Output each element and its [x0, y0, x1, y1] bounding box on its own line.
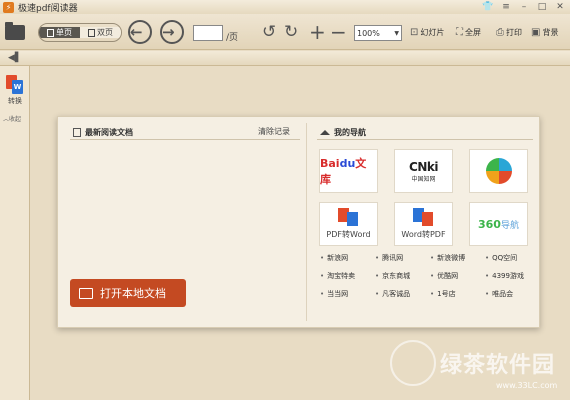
zoom-select[interactable]: 100% ▼	[354, 25, 402, 41]
slideshow-icon: ⊡	[410, 26, 419, 38]
close-icon[interactable]: ✕	[554, 1, 566, 13]
nav-360-number: 360	[478, 217, 501, 231]
print-button[interactable]: ⎙ 打印	[496, 21, 522, 43]
nav-link[interactable]: 京东商城	[375, 271, 410, 281]
menu-icon[interactable]: ≡	[500, 1, 512, 13]
nav-header: 我的导航	[320, 125, 366, 139]
double-page-button[interactable]: 双页	[80, 27, 121, 38]
home-icon	[320, 129, 330, 135]
document-icon	[73, 127, 81, 137]
pdf-to-word-tile[interactable]: PDF转Word	[319, 202, 378, 246]
open-local-document-button[interactable]: 打开本地文档	[70, 279, 186, 307]
cnki-logo: CNki	[409, 159, 438, 174]
baidu-wenku-tile[interactable]: Baidu文库	[319, 149, 378, 193]
clear-history-link[interactable]: 清除记录	[258, 126, 290, 137]
background-label: 背景	[542, 27, 559, 37]
cnki-tile[interactable]: CNki 中国知网	[394, 149, 453, 193]
watermark: 绿茶软件园	[390, 340, 555, 386]
doudou-logo-icon	[485, 158, 512, 184]
page-suffix-label: /页	[226, 32, 239, 43]
window-controls: 👕 ≡ – □ ✕	[482, 1, 566, 13]
word-to-pdf-icon	[412, 208, 435, 226]
double-page-icon	[88, 28, 95, 37]
left-sidebar: W 转换 ︿收起	[0, 66, 30, 400]
open-folder-button[interactable]	[5, 21, 29, 43]
pdf-to-word-icon	[337, 208, 360, 226]
slideshow-button[interactable]: ⊡ 幻灯片	[410, 21, 444, 43]
background-button[interactable]: ▣ 背景	[531, 21, 558, 43]
nav-title: 我的导航	[334, 127, 366, 137]
rotate-right-button[interactable]: ↻	[284, 21, 304, 43]
single-page-icon	[47, 28, 54, 37]
nav-link[interactable]: 新浪微博	[430, 253, 465, 263]
window-title: 极速pdf阅读器	[18, 3, 78, 14]
print-label: 打印	[506, 27, 522, 37]
chevron-down-icon: ▼	[394, 29, 399, 37]
watermark-url: www.33LC.com	[496, 381, 558, 390]
page-number-input[interactable]	[193, 25, 223, 41]
baidu-logo-part-2: du	[339, 157, 356, 170]
folder-icon	[79, 287, 93, 299]
watermark-text: 绿茶软件园	[440, 353, 556, 378]
collapse-sidebar-label: 收起	[9, 116, 22, 123]
recent-docs-header: 最新阅读文档	[73, 125, 133, 139]
maximize-icon[interactable]: □	[536, 1, 548, 13]
recent-docs-title: 最新阅读文档	[85, 127, 133, 137]
fullscreen-icon: ⛶	[456, 26, 463, 38]
zoom-in-button[interactable]: +	[309, 20, 329, 44]
sub-toolbar: ◀▌	[0, 51, 570, 66]
main-toolbar: 单页 双页 ← → /页 ↺ ↻ + − 100% ▼ ⊡ 幻灯片 ⛶ 全屏 ⎙…	[0, 14, 570, 50]
nav-link[interactable]: 优酷网	[430, 271, 458, 281]
minimize-icon[interactable]: –	[518, 1, 530, 13]
word-to-pdf-tile[interactable]: Word转PDF	[394, 202, 453, 246]
nav-link[interactable]: 4399游戏	[485, 271, 524, 281]
pdf-to-word-label: PDF转Word	[326, 230, 371, 239]
collapse-sidebar-button[interactable]: ︿收起	[3, 114, 21, 123]
nav-link[interactable]: 新浪网	[320, 253, 348, 263]
view-mode-toggle: 单页 双页	[38, 23, 122, 42]
word-to-pdf-label: Word转PDF	[401, 230, 446, 239]
printer-icon: ⎙	[496, 26, 504, 38]
folder-icon	[5, 21, 25, 40]
watermark-logo-icon	[390, 340, 436, 386]
baidu-wenku-logo: Baidu文库	[320, 155, 377, 187]
nav-link[interactable]: QQ空间	[485, 253, 517, 263]
fullscreen-button[interactable]: ⛶ 全屏	[456, 21, 481, 43]
open-local-document-label: 打开本地文档	[100, 287, 166, 300]
convert-label: 转换	[8, 97, 22, 105]
convert-tool-button[interactable]: W 转换	[5, 75, 25, 106]
skin-icon[interactable]: 👕	[482, 1, 494, 13]
nav-link[interactable]: 凡客诚品	[375, 289, 410, 299]
convert-icon: W	[6, 75, 24, 95]
slideshow-label: 幻灯片	[420, 27, 445, 37]
fullscreen-label: 全屏	[465, 27, 481, 37]
title-bar: ⚡ 极速pdf阅读器 👕 ≡ – □ ✕	[0, 0, 570, 14]
doudou-tile[interactable]	[469, 149, 528, 193]
nav-link[interactable]: 淘宝特卖	[320, 271, 355, 281]
nav-link[interactable]: 当当网	[320, 289, 348, 299]
single-page-label: 单页	[56, 28, 72, 37]
zoom-out-button[interactable]: −	[330, 20, 350, 44]
baidu-logo-part-1: Bai	[320, 157, 340, 170]
nav-360-logo: 360导航	[478, 218, 519, 231]
nav-link[interactable]: 腾讯网	[375, 253, 403, 263]
single-page-button[interactable]: 单页	[39, 27, 80, 38]
recent-underline	[70, 139, 300, 140]
nav-360-text: 导航	[500, 220, 519, 231]
nav-link[interactable]: 1号店	[430, 289, 455, 299]
nav-underline	[317, 139, 533, 140]
prev-page-button[interactable]: ←	[128, 20, 152, 44]
rotate-left-button[interactable]: ↺	[262, 21, 282, 43]
start-panel: 最新阅读文档 清除记录 打开本地文档 我的导航 Baidu文库 CNki 中国知…	[57, 116, 540, 328]
background-icon: ▣	[531, 26, 541, 38]
double-page-label: 双页	[97, 28, 113, 37]
nav-360-tile[interactable]: 360导航	[469, 202, 528, 246]
cnki-subtitle: 中国知网	[411, 175, 436, 183]
nav-link[interactable]: 唯品会	[485, 289, 513, 299]
zoom-value: 100%	[357, 28, 380, 38]
toggle-sidebar-icon[interactable]: ◀▌	[8, 53, 22, 63]
panel-divider	[306, 123, 307, 321]
next-page-button[interactable]: →	[160, 20, 184, 44]
app-logo-icon: ⚡	[3, 1, 14, 13]
